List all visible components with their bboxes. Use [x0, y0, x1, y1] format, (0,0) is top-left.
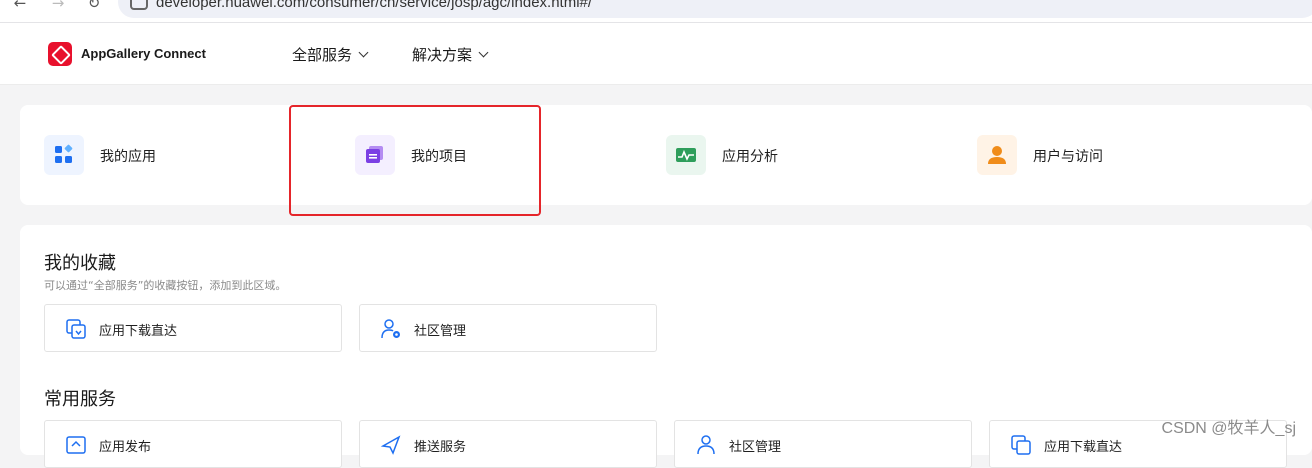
service-card-label: 推送服务	[414, 440, 467, 455]
service-card-label: 应用下载直达	[1044, 440, 1123, 455]
common-services-title: 常用服务	[44, 389, 116, 410]
huawei-appgallery-logo-icon[interactable]	[48, 42, 72, 66]
service-card-push[interactable]: 推送服务	[359, 420, 657, 468]
favorites-title: 我的收藏	[44, 253, 116, 274]
service-card-community-admin[interactable]: 社区管理	[674, 420, 972, 468]
community-admin-icon	[381, 319, 400, 339]
publish-icon	[66, 436, 86, 454]
favorites-hint: 可以通过“全部服务”的收藏按钮，添加到此区域。	[44, 279, 287, 292]
chevron-down-icon	[358, 47, 369, 58]
brand-name[interactable]: AppGallery Connect	[81, 46, 206, 61]
app-header: AppGallery Connect 全部服务 解决方案	[0, 23, 1312, 85]
site-info-icon[interactable]	[130, 0, 148, 10]
quick-link-label: 我的应用	[100, 149, 156, 165]
nav-solutions-label: 解决方案	[412, 46, 473, 64]
back-icon[interactable]: ←	[10, 0, 30, 12]
quick-link-label: 用户与访问	[1033, 149, 1103, 165]
community-admin-icon	[697, 435, 715, 455]
highlight-annotation-box	[289, 105, 541, 216]
chevron-down-icon	[478, 47, 489, 58]
nav-all-services[interactable]: 全部服务	[292, 44, 369, 65]
forward-icon[interactable]: →	[48, 0, 68, 12]
quick-links-panel: 我的应用 我的项目 应用分析 用户与访问	[20, 105, 1312, 205]
apps-grid-icon	[44, 135, 84, 175]
quick-link-label: 应用分析	[722, 149, 778, 165]
nav-solutions[interactable]: 解决方案	[412, 44, 489, 65]
address-bar[interactable]: developer.huawei.com/consumer/cn/service…	[118, 0, 1312, 18]
push-icon	[380, 435, 401, 455]
favorite-card-download-direct[interactable]: 应用下载直达	[44, 304, 342, 352]
reload-icon[interactable]: ↻	[84, 0, 104, 12]
download-direct-icon	[1011, 435, 1031, 455]
user-person-icon	[977, 135, 1017, 175]
csdn-watermark: CSDN @牧羊人_sj	[1161, 420, 1296, 437]
service-card-publish[interactable]: 应用发布	[44, 420, 342, 468]
address-text: developer.huawei.com/consumer/cn/service…	[156, 0, 593, 11]
service-card-label: 应用下载直达	[99, 324, 178, 339]
service-card-label: 社区管理	[729, 440, 782, 455]
browser-toolbar: ← → ↻ developer.huawei.com/consumer/cn/s…	[0, 0, 1312, 23]
nav-all-services-label: 全部服务	[292, 46, 353, 64]
services-panel: 我的收藏 可以通过“全部服务”的收藏按钮，添加到此区域。 应用下载直达 社区管理…	[20, 225, 1312, 468]
service-card-label: 应用发布	[99, 440, 152, 455]
download-direct-icon	[66, 319, 86, 339]
analytics-chart-icon	[666, 135, 706, 175]
service-card-label: 社区管理	[414, 324, 467, 339]
favorite-card-community-admin[interactable]: 社区管理	[359, 304, 657, 352]
